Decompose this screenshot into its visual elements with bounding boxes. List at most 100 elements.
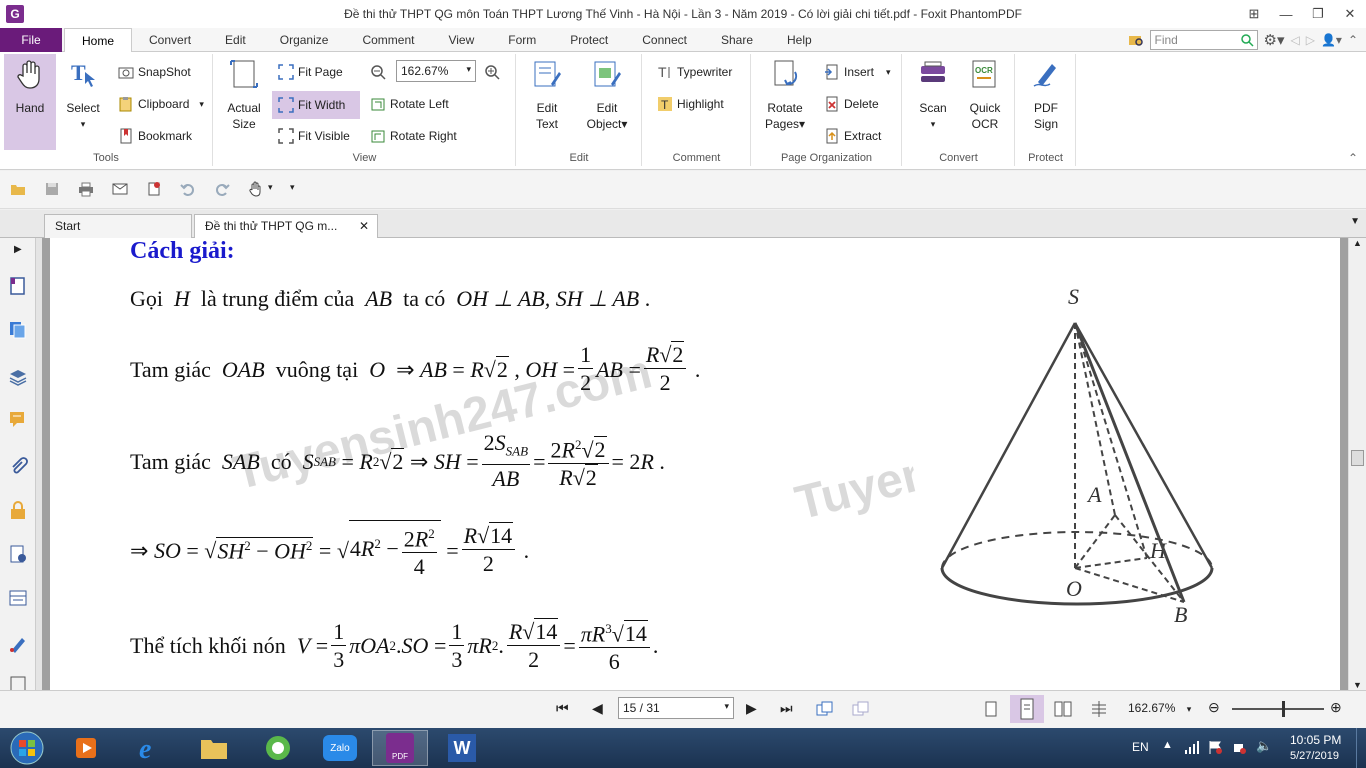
zoom-out-status-icon[interactable]: ⊖ bbox=[1208, 699, 1220, 716]
ribbon-options-icon[interactable]: ⊞ bbox=[1238, 0, 1270, 28]
redo-icon[interactable] bbox=[214, 181, 230, 197]
taskbar-word[interactable]: W bbox=[434, 730, 490, 766]
tab-form[interactable]: Form bbox=[491, 28, 553, 52]
volume-icon[interactable]: 🔈 bbox=[1256, 738, 1272, 754]
hand-tool-icon[interactable] bbox=[248, 181, 264, 197]
typewriter-button[interactable]: T Typewriter bbox=[657, 61, 732, 83]
comments-icon[interactable] bbox=[8, 410, 28, 430]
layers-pages-icon[interactable] bbox=[8, 320, 28, 340]
security-lock-icon[interactable] bbox=[8, 500, 28, 520]
content-panel-icon[interactable] bbox=[8, 588, 28, 608]
taskbar-explorer[interactable] bbox=[186, 730, 242, 766]
undo-icon[interactable] bbox=[180, 181, 196, 197]
document-view[interactable]: Tuyensinh247.com Tuyen Cách giải: Gọi H … bbox=[42, 238, 1348, 690]
print-icon[interactable] bbox=[78, 181, 94, 197]
tab-view[interactable]: View bbox=[431, 28, 491, 52]
scroll-thumb[interactable] bbox=[1351, 450, 1364, 466]
network-icon[interactable] bbox=[1184, 740, 1200, 754]
tab-organize[interactable]: Organize bbox=[263, 28, 346, 52]
search-icon[interactable] bbox=[1240, 33, 1254, 47]
tab-list-icon[interactable]: ▼ bbox=[1350, 216, 1360, 227]
start-button[interactable] bbox=[2, 730, 52, 766]
tab-comment[interactable]: Comment bbox=[345, 28, 431, 52]
file-tab[interactable]: File bbox=[0, 28, 62, 52]
email-icon[interactable] bbox=[112, 181, 128, 197]
pdf-sign-button[interactable]: PDF Sign bbox=[1022, 54, 1070, 132]
rotate-left-button[interactable]: Rotate Left bbox=[370, 93, 449, 115]
continuous-facing-icon[interactable] bbox=[1090, 701, 1108, 717]
snapshot-button[interactable]: SnapShot bbox=[118, 61, 191, 83]
prev-page-icon[interactable]: ◀ bbox=[592, 700, 603, 717]
select-button[interactable]: T Select ▾ bbox=[60, 54, 106, 132]
last-page-icon[interactable]: ⏭ bbox=[780, 700, 793, 717]
collapse-ribbon-icon[interactable]: ⌃ bbox=[1348, 33, 1358, 47]
fit-width-button[interactable]: Fit Width bbox=[272, 91, 360, 119]
back-icon[interactable]: ◁ bbox=[1291, 33, 1300, 47]
scroll-up-icon[interactable]: ▲ bbox=[1353, 238, 1362, 248]
tab-share[interactable]: Share bbox=[704, 28, 770, 52]
tab-home[interactable]: Home bbox=[64, 28, 133, 53]
actual-size-button[interactable]: Actual Size bbox=[222, 54, 266, 132]
rotate-right-button[interactable]: Rotate Right bbox=[370, 125, 457, 147]
single-page-icon[interactable] bbox=[984, 701, 998, 717]
flag-icon[interactable] bbox=[1208, 740, 1222, 754]
zoom-in-icon[interactable] bbox=[484, 64, 500, 80]
tab-current-document[interactable]: Đề thi thử THPT QG m... ✕ bbox=[194, 214, 378, 239]
hand-button[interactable]: Hand bbox=[4, 54, 56, 150]
clipboard-button[interactable]: Clipboard ▾ bbox=[118, 93, 204, 115]
clock-time[interactable]: 10:05 PM bbox=[1290, 733, 1341, 747]
show-desktop-button[interactable] bbox=[1356, 728, 1366, 768]
next-view-icon[interactable] bbox=[852, 701, 870, 717]
fit-visible-button[interactable]: Fit Visible bbox=[278, 125, 350, 147]
tab-connect[interactable]: Connect bbox=[625, 28, 704, 52]
scroll-down-icon[interactable]: ▼ bbox=[1353, 680, 1362, 690]
extract-button[interactable]: Extract bbox=[824, 125, 881, 147]
taskbar-foxit[interactable]: PDF bbox=[372, 730, 428, 766]
forward-icon[interactable]: ▷ bbox=[1306, 33, 1315, 47]
tags-tool-icon[interactable] bbox=[8, 634, 28, 654]
taskbar-media-player[interactable] bbox=[58, 730, 114, 766]
bookmark-button[interactable]: Bookmark bbox=[118, 125, 192, 147]
find-input[interactable]: Find bbox=[1149, 30, 1258, 50]
continuous-page-icon[interactable] bbox=[1010, 695, 1044, 723]
tab-help[interactable]: Help bbox=[770, 28, 829, 52]
zoom-level-select[interactable]: 162.67% ▾ bbox=[1128, 701, 1191, 715]
zoom-select[interactable]: 162.67% ▾ bbox=[396, 60, 476, 82]
power-icon[interactable] bbox=[1232, 740, 1246, 754]
next-page-icon[interactable]: ▶ bbox=[746, 700, 757, 717]
vertical-scrollbar[interactable]: ▲ ▼ bbox=[1348, 238, 1366, 690]
scan-button[interactable]: Scan ▾ bbox=[911, 54, 955, 132]
rotate-pages-button[interactable]: Rotate Pages▾ bbox=[760, 54, 810, 132]
search-folder-icon[interactable] bbox=[1128, 32, 1144, 48]
more-toolbar-icon[interactable]: ▾ bbox=[290, 182, 295, 193]
page-number-field[interactable]: 15 / 31 ▾ bbox=[618, 697, 734, 719]
tray-arrow-icon[interactable]: ▲ bbox=[1162, 739, 1173, 751]
previous-view-icon[interactable] bbox=[816, 701, 834, 717]
fit-page-button[interactable]: Fit Page bbox=[278, 61, 343, 83]
delete-button[interactable]: Delete bbox=[824, 93, 879, 115]
close-button[interactable]: ✕ bbox=[1334, 0, 1366, 28]
ribbon-collapse-icon[interactable]: ⌃ bbox=[1348, 151, 1358, 165]
restore-button[interactable]: ❐ bbox=[1302, 0, 1334, 28]
highlight-button[interactable]: T Highlight bbox=[657, 93, 724, 115]
tab-protect[interactable]: Protect bbox=[553, 28, 625, 52]
signature-panel-icon[interactable] bbox=[8, 544, 28, 564]
taskbar-zalo[interactable]: Zalo bbox=[312, 730, 368, 766]
expand-panel-icon[interactable]: ▶ bbox=[14, 244, 22, 255]
clock-date[interactable]: 5/27/2019 bbox=[1290, 750, 1339, 762]
input-language[interactable]: EN bbox=[1132, 740, 1149, 754]
edit-object-button[interactable]: Edit Object▾ bbox=[581, 54, 633, 132]
taskbar-ie[interactable]: e bbox=[122, 730, 178, 766]
first-page-icon[interactable]: ⏮ bbox=[556, 700, 569, 717]
gear-icon[interactable]: ⚙▾ bbox=[1264, 31, 1285, 49]
attachment-icon[interactable] bbox=[8, 456, 28, 476]
close-tab-icon[interactable]: ✕ bbox=[359, 215, 369, 237]
insert-button[interactable]: Insert ▾ bbox=[824, 61, 891, 83]
facing-pages-icon[interactable] bbox=[1054, 701, 1072, 717]
tab-convert[interactable]: Convert bbox=[132, 28, 208, 52]
zoom-out-icon[interactable] bbox=[370, 64, 386, 80]
page-thumbnails-icon[interactable] bbox=[8, 276, 28, 296]
save-icon[interactable] bbox=[44, 181, 60, 197]
edit-text-button[interactable]: Edit Text bbox=[525, 54, 569, 132]
layers-icon[interactable] bbox=[8, 366, 28, 386]
